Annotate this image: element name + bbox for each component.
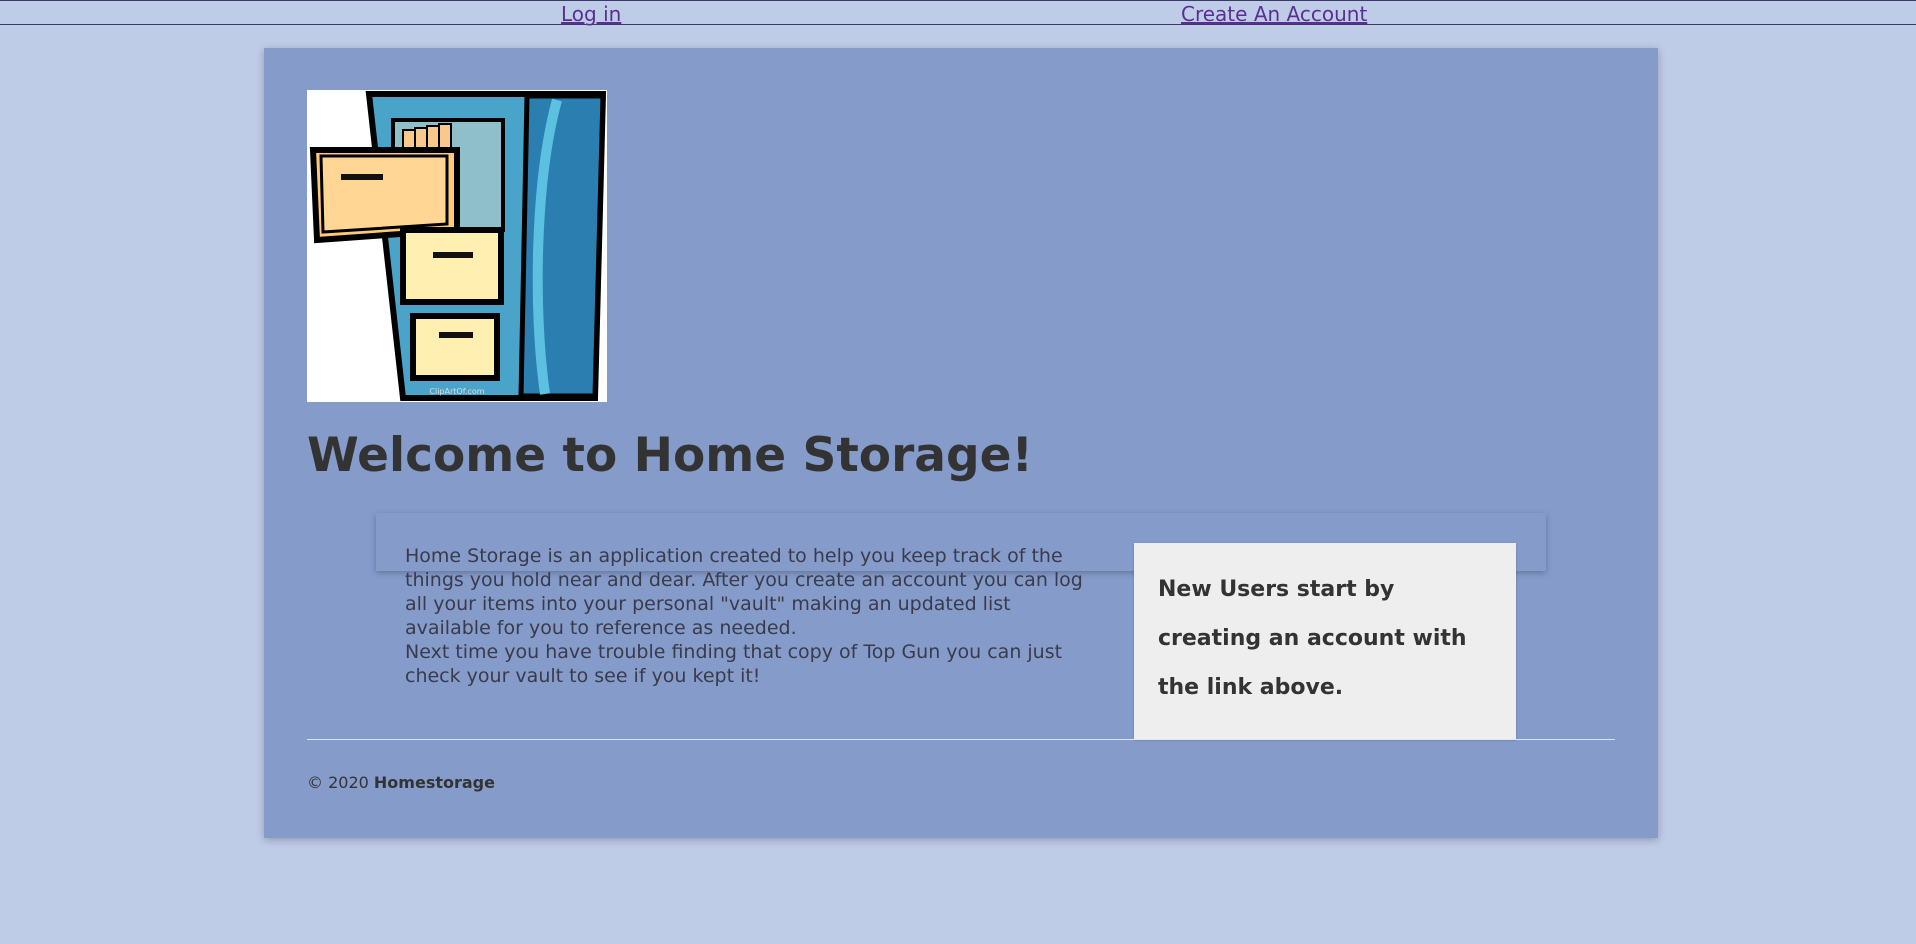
create-account-link[interactable]: Create An Account	[1181, 2, 1367, 26]
intro-paragraph: Home Storage is an application created t…	[405, 545, 1083, 639]
footer-divider	[307, 739, 1615, 740]
logo-watermark: ClipArtOf.com	[429, 387, 484, 396]
copyright-text: © 2020	[307, 773, 369, 792]
intro-paragraph-secondary: Next time you have trouble finding that …	[405, 641, 1063, 687]
login-link[interactable]: Log in	[561, 2, 621, 26]
page-title: Welcome to Home Storage!	[307, 428, 1033, 483]
filing-cabinet-icon: ClipArtOf.com	[307, 90, 607, 402]
footer: © 2020 Homestorage	[307, 773, 495, 792]
intro-text: Home Storage is an application created t…	[405, 544, 1085, 688]
top-navigation-bar: Log in Create An Account	[0, 0, 1916, 26]
footer-brand: Homestorage	[373, 773, 495, 792]
main-card: ClipArtOf.com Welcome to Home Storage! H…	[264, 48, 1658, 838]
new-users-callout: New Users start by creating an account w…	[1134, 543, 1516, 739]
callout-text: New Users start by creating an account w…	[1158, 577, 1467, 700]
